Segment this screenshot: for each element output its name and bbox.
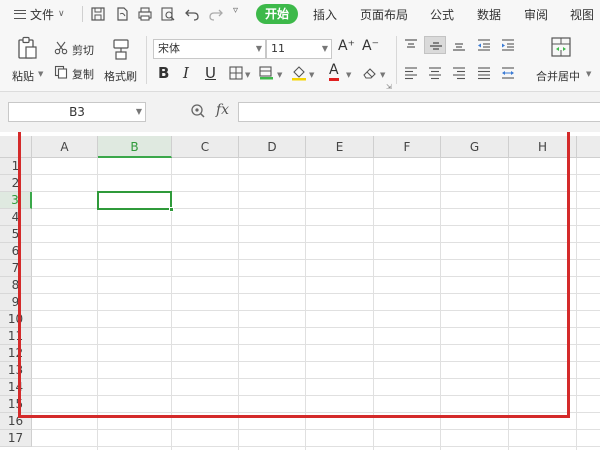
tab-view[interactable]: 视图 xyxy=(570,6,594,23)
menu-bar: 文件 ∨ ▿ 开始 插入 页面布局 公式 数据 审阅 视图 xyxy=(0,0,600,28)
name-box[interactable]: B3 ▼ xyxy=(8,102,146,122)
tab-data[interactable]: 数据 xyxy=(477,6,501,23)
scissors-icon xyxy=(54,41,68,55)
highlight-annotation-box xyxy=(18,132,570,418)
bold-button[interactable]: B xyxy=(158,64,169,82)
underline-button[interactable]: U xyxy=(205,64,216,82)
cut-button[interactable]: 剪切 xyxy=(72,42,94,58)
font-color-button[interactable]: A xyxy=(329,62,339,81)
font-size-value: 11 xyxy=(271,42,285,55)
chevron-down-icon: ∨ xyxy=(58,9,65,19)
fill-color-icon[interactable] xyxy=(291,65,307,81)
chevron-down-icon: ▼ xyxy=(321,44,328,53)
format-painter-button[interactable]: 格式刷 xyxy=(104,68,137,84)
chevron-down-icon: ▼ xyxy=(135,107,142,116)
insert-function-button[interactable]: fx xyxy=(216,102,229,118)
align-left-icon[interactable] xyxy=(403,66,419,80)
justify-icon[interactable] xyxy=(476,66,492,80)
align-middle-button[interactable] xyxy=(424,36,446,54)
divider xyxy=(396,36,397,84)
row-header-17[interactable]: 17 xyxy=(0,430,32,447)
formula-bar: B3 ▼ fx xyxy=(0,92,600,132)
hamburger-icon xyxy=(14,9,26,19)
borders-dropdown-icon[interactable]: ▼ xyxy=(245,71,250,79)
decrease-indent-icon[interactable] xyxy=(476,38,492,52)
merge-center-icon[interactable] xyxy=(550,36,572,58)
tab-review[interactable]: 审阅 xyxy=(524,6,548,23)
copy-button[interactable]: 复制 xyxy=(72,66,94,82)
align-middle-icon xyxy=(430,42,442,50)
font-color-dropdown-icon[interactable]: ▼ xyxy=(346,71,351,79)
formula-input[interactable] xyxy=(238,102,600,122)
font-name-value: 宋体 xyxy=(158,42,180,55)
spreadsheet-grid[interactable]: A B C D E F G H 1 2 3 4 5 6 7 8 9 10 11 12 13 14 15 16 17 xyxy=(0,132,600,450)
row-gridline xyxy=(32,429,600,430)
distributed-align-icon[interactable] xyxy=(500,66,516,80)
copy-icon xyxy=(54,65,68,79)
align-center-icon[interactable] xyxy=(427,66,443,80)
increase-indent-icon[interactable] xyxy=(500,38,516,52)
merge-center-dropdown-icon[interactable]: ▼ xyxy=(586,70,591,78)
increase-font-size-button[interactable]: A⁺ xyxy=(338,38,355,54)
zoom-formula-icon[interactable] xyxy=(190,103,206,119)
clear-format-dropdown-icon[interactable]: ▼ xyxy=(380,71,385,79)
column-header-overflow[interactable] xyxy=(577,136,600,158)
cell-style-dropdown-icon[interactable]: ▼ xyxy=(277,71,282,79)
font-settings-launcher-icon[interactable]: ⇲ xyxy=(386,83,392,91)
fill-color-dropdown-icon[interactable]: ▼ xyxy=(309,71,314,79)
font-name-select[interactable]: 宋体 ▼ xyxy=(153,39,266,59)
ribbon-home: 粘贴 ▼ 剪切 复制 格式刷 宋体 ▼ 11 ▼ A⁺ A⁻ B I U ▼ ▼… xyxy=(0,28,600,92)
paste-dropdown-icon[interactable]: ▼ xyxy=(38,70,43,78)
tab-insert[interactable]: 插入 xyxy=(313,6,337,23)
redo-icon[interactable] xyxy=(208,6,224,22)
export-pdf-icon[interactable] xyxy=(114,6,130,22)
print-preview-icon[interactable] xyxy=(160,6,176,22)
align-bottom-icon[interactable] xyxy=(451,38,467,52)
align-right-icon[interactable] xyxy=(451,66,467,80)
clear-format-icon[interactable] xyxy=(362,65,378,81)
save-icon[interactable] xyxy=(90,6,106,22)
tab-formulas[interactable]: 公式 xyxy=(430,6,454,23)
format-painter-icon[interactable] xyxy=(110,37,132,61)
font-size-select[interactable]: 11 ▼ xyxy=(266,39,332,59)
paste-button[interactable]: 粘贴 xyxy=(12,68,34,84)
chevron-down-icon: ▼ xyxy=(255,44,262,53)
merge-center-button[interactable]: 合并居中 xyxy=(536,68,580,84)
customize-quick-access-icon[interactable]: ▿ xyxy=(233,5,238,16)
paste-icon[interactable] xyxy=(16,36,38,60)
column-gridline xyxy=(576,158,577,450)
undo-icon[interactable] xyxy=(184,6,200,22)
print-icon[interactable] xyxy=(137,6,153,22)
divider xyxy=(146,36,147,84)
file-menu-label: 文件 xyxy=(30,7,55,22)
divider xyxy=(82,6,83,22)
row-gridline xyxy=(32,446,600,447)
file-menu-button[interactable]: 文件 ∨ xyxy=(14,4,65,24)
tab-page-layout[interactable]: 页面布局 xyxy=(360,6,408,23)
name-box-value: B3 xyxy=(69,105,85,119)
borders-icon[interactable] xyxy=(229,66,243,80)
align-top-icon[interactable] xyxy=(403,38,419,52)
cell-style-icon[interactable] xyxy=(259,66,275,80)
decrease-font-size-button[interactable]: A⁻ xyxy=(362,38,379,54)
tab-home[interactable]: 开始 xyxy=(256,4,298,24)
italic-button[interactable]: I xyxy=(183,64,189,82)
